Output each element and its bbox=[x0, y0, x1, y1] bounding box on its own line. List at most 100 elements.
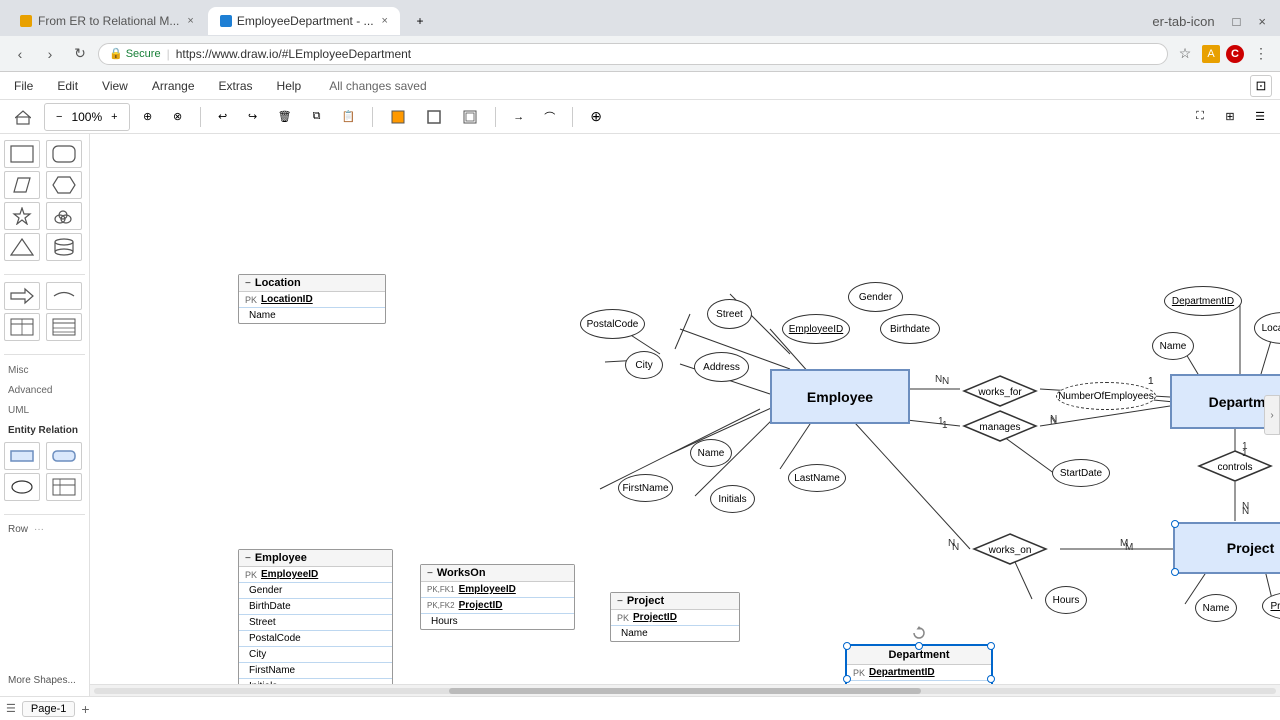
ellipse-name-dept[interactable]: Name bbox=[1152, 332, 1194, 360]
more-shapes-label[interactable]: More Shapes... bbox=[8, 675, 76, 686]
project-minimize-btn[interactable]: − bbox=[617, 596, 623, 607]
shape-triangle[interactable] bbox=[4, 233, 40, 261]
workson-table[interactable]: − WorksOn PK,FK1 EmployeeID PK,FK2 Proje… bbox=[420, 564, 575, 630]
ellipse-departmentid[interactable]: DepartmentID bbox=[1164, 286, 1242, 316]
location-row-locationid[interactable]: PK LocationID bbox=[239, 292, 385, 308]
sidebar-advanced[interactable]: Advanced bbox=[4, 382, 85, 399]
page-tab-1[interactable]: Page-1 bbox=[22, 701, 75, 717]
connector-btn[interactable]: → bbox=[506, 105, 531, 129]
diamond-manages-container[interactable]: manages bbox=[960, 409, 1040, 443]
ext2-icon[interactable]: C bbox=[1226, 45, 1244, 63]
ellipse-name-proj[interactable]: Name bbox=[1195, 594, 1237, 622]
shape-parallelogram[interactable] bbox=[4, 171, 40, 199]
zoom-control[interactable]: − 100% + bbox=[44, 103, 130, 131]
close-window-btn[interactable]: × bbox=[1252, 14, 1272, 29]
tab-er-relational[interactable]: From ER to Relational M... × bbox=[8, 7, 206, 35]
minimize-btn[interactable]: er-tab-icon bbox=[1146, 14, 1220, 29]
diamond-works-on-container[interactable]: works_on bbox=[970, 532, 1050, 566]
back-btn[interactable]: ‹ bbox=[8, 42, 32, 66]
employee-row-3[interactable]: Street bbox=[239, 615, 392, 631]
shape-star[interactable] bbox=[4, 202, 40, 230]
er-shape-rounded[interactable] bbox=[46, 442, 82, 470]
dept-handle-mr[interactable] bbox=[987, 675, 995, 683]
panel-toggle-btn[interactable]: ⊞ bbox=[1218, 105, 1242, 129]
fullscreen-btn[interactable]: ⛶ bbox=[1188, 105, 1212, 129]
location-table[interactable]: − Location PK LocationID Name bbox=[238, 274, 386, 324]
sidebar-toggle-btn[interactable]: ☰ bbox=[1248, 105, 1272, 129]
zoom-out-btn[interactable]: − bbox=[50, 105, 68, 129]
zoom-reset-btn[interactable]: ⊕ bbox=[136, 105, 160, 129]
ellipse-lastname[interactable]: LastName bbox=[788, 464, 846, 492]
horizontal-scrollbar[interactable] bbox=[90, 684, 1280, 696]
waypoint-btn[interactable]: ⌒ bbox=[537, 105, 562, 129]
dept-handle-tl[interactable] bbox=[843, 642, 851, 650]
home-btn[interactable] bbox=[8, 105, 38, 129]
redo-btn[interactable]: ↪ bbox=[241, 105, 265, 129]
sidebar-entity-relation[interactable]: Entity Relation bbox=[4, 422, 85, 439]
ellipse-name-emp[interactable]: Name bbox=[690, 439, 732, 467]
tab-er-close[interactable]: × bbox=[187, 15, 193, 27]
workson-minimize-btn[interactable]: − bbox=[427, 568, 433, 579]
fill-btn[interactable] bbox=[383, 105, 413, 129]
settings-icon[interactable]: ⊡ bbox=[1250, 75, 1272, 97]
main-canvas[interactable]: N 1 1 N bbox=[90, 134, 1280, 696]
right-panel-expand[interactable]: › bbox=[1264, 395, 1280, 435]
employee-table[interactable]: − Employee PK EmployeeID Gender BirthDat… bbox=[238, 549, 393, 696]
forward-btn[interactable]: › bbox=[38, 42, 62, 66]
project-row-0[interactable]: PK ProjectID bbox=[611, 610, 739, 626]
employee-minimize-btn[interactable]: − bbox=[245, 553, 251, 564]
er-shape-table3[interactable] bbox=[46, 473, 82, 501]
diamond-controls-container[interactable]: controls bbox=[1195, 449, 1275, 483]
shape-cloud[interactable] bbox=[46, 202, 82, 230]
employee-row-1[interactable]: Gender bbox=[239, 583, 392, 599]
refresh-btn[interactable]: ↻ bbox=[68, 42, 92, 66]
employee-row-2[interactable]: BirthDate bbox=[239, 599, 392, 615]
tab-drawio[interactable]: EmployeeDepartment - ... × bbox=[208, 7, 400, 35]
shape-cylinder[interactable] bbox=[46, 233, 82, 261]
ellipse-gender[interactable]: Gender bbox=[848, 282, 903, 312]
ellipse-postalcode[interactable]: PostalCode bbox=[580, 309, 645, 339]
menu-file[interactable]: File bbox=[8, 77, 39, 95]
zoom-fit-btn[interactable]: ⊗ bbox=[166, 105, 190, 129]
add-btn[interactable]: ⊕ bbox=[583, 105, 609, 129]
sidebar-uml[interactable]: UML bbox=[4, 402, 85, 419]
menu-arrange[interactable]: Arrange bbox=[146, 77, 201, 95]
outline-btn[interactable] bbox=[419, 105, 449, 129]
ellipse-birthdate[interactable]: Birthdate bbox=[880, 314, 940, 344]
scrollbar-thumb[interactable] bbox=[449, 688, 922, 694]
add-page-btn[interactable]: + bbox=[81, 701, 89, 717]
ellipse-startdate[interactable]: StartDate bbox=[1052, 459, 1110, 487]
dept-handle-tc[interactable] bbox=[915, 642, 923, 650]
location-minimize-btn[interactable]: − bbox=[245, 278, 251, 289]
dept-row-0[interactable]: PK DepartmentID bbox=[847, 665, 991, 681]
menu-view[interactable]: View bbox=[96, 77, 134, 95]
zoom-in-btn[interactable]: + bbox=[105, 105, 123, 129]
ellipse-city[interactable]: City bbox=[625, 351, 663, 379]
dept-handle-tr[interactable] bbox=[987, 642, 995, 650]
employee-entity[interactable]: Employee bbox=[770, 369, 910, 424]
menu-extras[interactable]: Extras bbox=[213, 77, 259, 95]
paste-btn[interactable]: 📋 bbox=[335, 105, 363, 129]
sidebar-misc[interactable]: Misc bbox=[4, 362, 85, 379]
frame-btn[interactable] bbox=[455, 105, 485, 129]
employee-row-5[interactable]: City bbox=[239, 647, 392, 663]
shape-table2[interactable] bbox=[46, 313, 82, 341]
maximize-btn[interactable]: □ bbox=[1227, 14, 1247, 29]
er-shape-rect[interactable] bbox=[4, 442, 40, 470]
scrollbar-track[interactable] bbox=[94, 688, 1276, 694]
shape-hexagon[interactable] bbox=[46, 171, 82, 199]
tab-drawio-close[interactable]: × bbox=[382, 15, 388, 27]
rotate-handle[interactable] bbox=[912, 626, 926, 640]
project-row-1[interactable]: Name bbox=[611, 626, 739, 641]
ellipse-firstname[interactable]: FirstName bbox=[618, 474, 673, 502]
shape-curved-arrow[interactable] bbox=[46, 282, 82, 310]
er-shape-ellipse[interactable] bbox=[4, 473, 40, 501]
shape-table[interactable] bbox=[4, 313, 40, 341]
employee-row-6[interactable]: FirstName bbox=[239, 663, 392, 679]
dept-handle-ml[interactable] bbox=[843, 675, 851, 683]
delete-btn[interactable]: 🗑 bbox=[271, 105, 299, 129]
new-tab-btn[interactable]: + bbox=[406, 9, 434, 33]
page-menu-btn[interactable]: ☰ bbox=[6, 702, 16, 715]
ext3-icon[interactable]: ⋮ bbox=[1250, 43, 1272, 65]
workson-row-2[interactable]: Hours bbox=[421, 614, 574, 629]
